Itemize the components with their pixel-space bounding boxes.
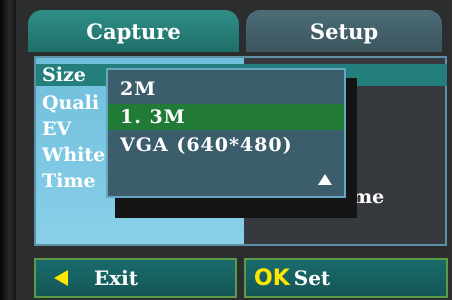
tab-capture-label: Capture — [86, 18, 181, 44]
tab-setup-label: Setup — [309, 18, 379, 44]
device-bezel — [0, 0, 16, 300]
tab-setup[interactable]: Setup — [246, 10, 442, 52]
exit-button[interactable]: Exit — [34, 258, 237, 298]
menu-item-label: Quali — [42, 92, 100, 114]
camera-menu-screen: Capture Setup Size Quali EV White Time m… — [0, 0, 458, 300]
dropdown-option-2m[interactable]: 2M — [108, 76, 344, 102]
ok-icon: OK — [254, 265, 290, 291]
menu-item-label: White — [42, 144, 106, 166]
dropdown-option-vga[interactable]: VGA (640*480) — [108, 132, 344, 158]
arrow-left-icon — [54, 270, 68, 286]
exit-label: Exit — [94, 266, 139, 290]
menu-item-label: Size — [42, 64, 86, 86]
menu-item-label: EV — [42, 118, 72, 140]
dropdown-option-label: VGA (640*480) — [120, 134, 293, 156]
menu-item-label: Time — [42, 170, 96, 192]
dropdown-option-label: 1. 3M — [120, 106, 186, 128]
tab-capture[interactable]: Capture — [28, 10, 239, 52]
dropdown-option-label: 2M — [120, 78, 157, 100]
set-label: Set — [293, 266, 331, 290]
triangle-up-icon[interactable] — [318, 174, 332, 185]
dropdown-option-1-3m[interactable]: 1. 3M — [108, 104, 344, 130]
set-button[interactable]: OK Set — [244, 258, 448, 298]
size-dropdown[interactable]: 2M 1. 3M VGA (640*480) — [106, 68, 346, 198]
